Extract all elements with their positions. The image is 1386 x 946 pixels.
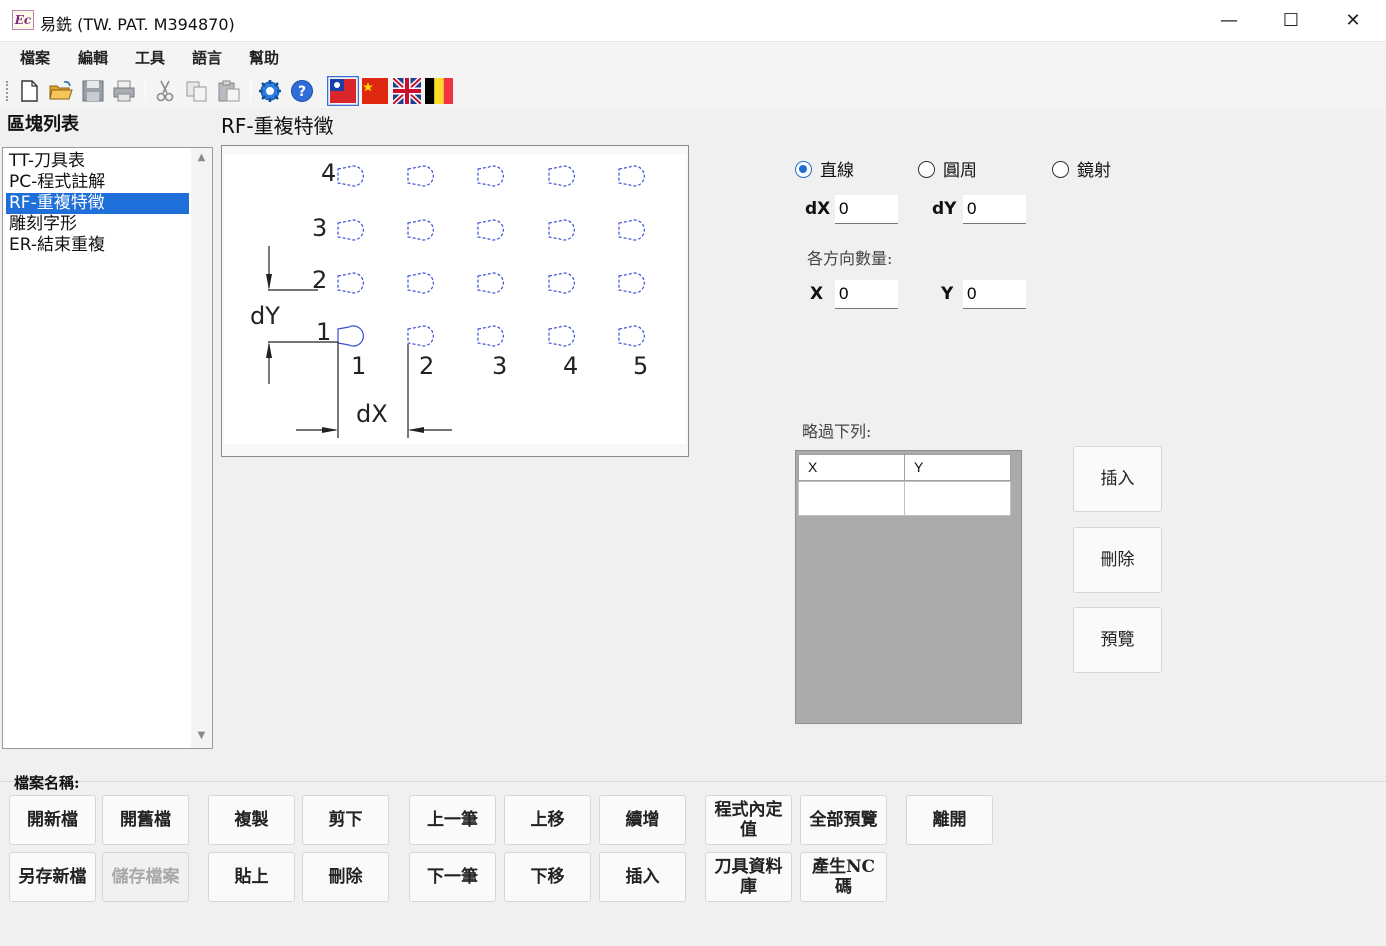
program-defaults-button[interactable]: 程式內定值 xyxy=(705,795,792,845)
copy-button[interactable]: 複製 xyxy=(208,795,295,845)
radio-linear[interactable]: 直線 xyxy=(795,156,854,181)
print-icon[interactable] xyxy=(111,78,137,104)
skip-grid-cell-x[interactable] xyxy=(798,481,905,516)
new-file-button[interactable]: 開新檔 xyxy=(9,795,96,845)
block-list-item[interactable]: TT-刀具表 xyxy=(6,151,189,172)
app-logo-icon: Ec xyxy=(12,10,34,30)
minimize-button[interactable]: — xyxy=(1198,0,1260,42)
toolbar-grip[interactable] xyxy=(6,81,9,101)
count-caption: 各方向數量: xyxy=(807,249,893,268)
preview-button[interactable]: 預覽 xyxy=(1073,607,1162,673)
dx-input[interactable] xyxy=(835,195,898,224)
radio-circular[interactable]: 圓周 xyxy=(918,156,977,181)
flag-taiwan-icon[interactable] xyxy=(327,76,359,106)
paste-button[interactable]: 貼上 xyxy=(208,852,295,902)
dx-label: dX xyxy=(356,400,388,428)
dy-label: dY xyxy=(250,302,280,330)
scroll-down-arrow-icon[interactable]: ▼ xyxy=(191,730,212,741)
skip-grid-header-x[interactable]: X xyxy=(798,454,905,481)
maximize-button[interactable]: ☐ xyxy=(1260,0,1322,42)
move-up-button[interactable]: 上移 xyxy=(504,795,591,845)
block-list-item[interactable]: ER-結束重複 xyxy=(6,235,189,256)
block-list-label: 區塊列表 xyxy=(7,114,79,135)
radio-mirror[interactable]: 鏡射 xyxy=(1052,156,1111,181)
window-title: 易銑 (TW. PAT. M394870) xyxy=(40,15,235,34)
dx-field-label: dX xyxy=(805,199,831,219)
paste-icon[interactable] xyxy=(216,78,242,104)
menu-file[interactable]: 檔案 xyxy=(20,47,50,68)
col-label: 2 xyxy=(419,352,434,380)
skip-grid[interactable]: X Y xyxy=(795,450,1022,724)
svg-text:?: ? xyxy=(298,84,306,100)
pattern-diagram: 4 3 2 1 1 2 3 4 5 dY dX xyxy=(221,145,689,457)
menu-tools[interactable]: 工具 xyxy=(135,47,165,68)
skip-grid-header-y[interactable]: Y xyxy=(904,454,1011,481)
dy-input[interactable] xyxy=(963,195,1026,224)
close-button[interactable]: ✕ xyxy=(1322,0,1384,42)
save-file-button[interactable]: 儲存檔案 xyxy=(102,852,189,902)
save-icon[interactable] xyxy=(80,78,106,104)
row-label: 4 xyxy=(321,159,336,187)
flag-uk-icon[interactable] xyxy=(393,78,421,104)
next-record-button[interactable]: 下一筆 xyxy=(409,852,496,902)
skip-caption: 略過下列: xyxy=(802,422,872,441)
full-preview-button[interactable]: 全部預覽 xyxy=(800,795,887,845)
help-icon[interactable]: ? xyxy=(289,78,315,104)
append-button[interactable]: 續增 xyxy=(599,795,686,845)
radio-unselected-icon xyxy=(918,161,935,178)
insert-skip-button[interactable]: 插入 xyxy=(1073,446,1162,512)
radio-unselected-icon xyxy=(1052,161,1069,178)
new-file-icon[interactable] xyxy=(16,78,42,104)
menu-language[interactable]: 語言 xyxy=(192,47,222,68)
title-bar: Ec 易銑 (TW. PAT. M394870) — ☐ ✕ xyxy=(0,0,1386,42)
toolbar-separator xyxy=(250,80,251,102)
previous-record-button[interactable]: 上一筆 xyxy=(409,795,496,845)
list-scrollbar[interactable]: ▲ ▼ xyxy=(191,148,212,748)
block-list-item-selected[interactable]: RF-重複特徵 xyxy=(6,193,189,214)
generate-nc-button[interactable]: 產生NC 碼 xyxy=(800,852,887,902)
col-label: 5 xyxy=(633,352,648,380)
radio-selected-icon xyxy=(795,161,812,178)
scroll-up-arrow-icon[interactable]: ▲ xyxy=(191,152,212,163)
menu-help[interactable]: 幫助 xyxy=(249,47,279,68)
toolbar-separator xyxy=(145,80,146,102)
copy-icon[interactable] xyxy=(184,78,210,104)
delete-button[interactable]: 刪除 xyxy=(302,852,389,902)
cut-button[interactable]: 剪下 xyxy=(302,795,389,845)
pattern-diagram-drawing: 4 3 2 1 1 2 3 4 5 dY dX xyxy=(224,154,686,444)
exit-button[interactable]: 離開 xyxy=(906,795,993,845)
y-count-label: Y xyxy=(941,284,954,304)
delete-skip-button[interactable]: 刪除 xyxy=(1073,527,1162,593)
col-label: 4 xyxy=(563,352,578,380)
flag-china-icon[interactable] xyxy=(362,78,388,104)
skip-grid-cell-y[interactable] xyxy=(904,481,1011,516)
settings-gear-icon[interactable] xyxy=(257,78,283,104)
file-name-label: 檔案名稱: xyxy=(14,774,80,792)
open-file-button[interactable]: 開舊檔 xyxy=(102,795,189,845)
y-count-input[interactable] xyxy=(963,280,1026,309)
menu-edit[interactable]: 編輯 xyxy=(78,47,108,68)
insert-button[interactable]: 插入 xyxy=(599,852,686,902)
col-label: 1 xyxy=(351,352,366,380)
block-list-item[interactable]: PC-程式註解 xyxy=(6,172,189,193)
bottom-divider xyxy=(0,781,1386,782)
section-title: RF-重複特徵 xyxy=(221,114,334,138)
cut-icon[interactable] xyxy=(152,78,178,104)
tool-library-button[interactable]: 刀具資料庫 xyxy=(705,852,792,902)
move-down-button[interactable]: 下移 xyxy=(504,852,591,902)
dy-field-label: dY xyxy=(932,199,957,219)
toolbar: ? xyxy=(0,72,1386,108)
block-list[interactable]: TT-刀具表 PC-程式註解 RF-重複特徵 雕刻字形 ER-結束重複 ▲ ▼ xyxy=(2,147,213,749)
flag-belgium-icon[interactable] xyxy=(425,78,453,104)
open-folder-icon[interactable] xyxy=(48,78,74,104)
x-count-input[interactable] xyxy=(835,280,898,309)
menu-bar: 檔案 編輯 工具 語言 幫助 xyxy=(0,42,1386,72)
row-label: 3 xyxy=(312,214,327,242)
save-as-button[interactable]: 另存新檔 xyxy=(9,852,96,902)
block-list-item[interactable]: 雕刻字形 xyxy=(6,214,189,235)
x-count-label: X xyxy=(810,284,824,304)
col-label: 3 xyxy=(492,352,507,380)
